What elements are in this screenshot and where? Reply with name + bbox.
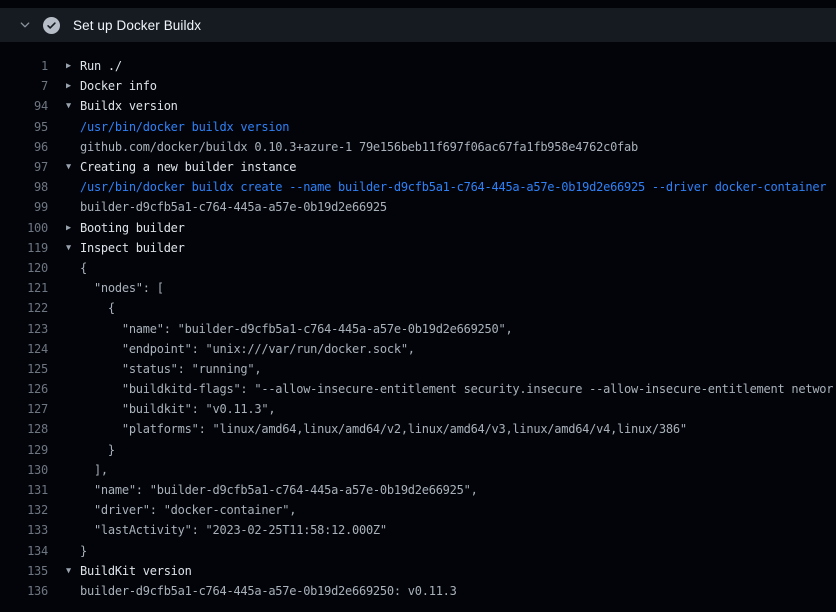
log-line: 120 { xyxy=(0,258,836,278)
log-line[interactable]: 97 ▼Creating a new builder instance xyxy=(0,157,836,177)
line-number[interactable]: 126 xyxy=(0,382,48,396)
log-line: 95/usr/bin/docker buildx version xyxy=(0,117,836,137)
log-line: 134} xyxy=(0,541,836,561)
group-title[interactable]: Creating a new builder instance xyxy=(80,160,296,174)
log-text: } xyxy=(80,544,87,558)
log-line: 99 builder-d9cfb5a1-c764-445a-a57e-0b19d2… xyxy=(0,197,836,217)
line-number[interactable]: 119 xyxy=(0,241,48,255)
line-number[interactable]: 122 xyxy=(0,301,48,315)
line-number[interactable]: 135 xyxy=(0,564,48,578)
log-line[interactable]: 135 ▼BuildKit version xyxy=(0,561,836,581)
log-text: builder-d9cfb5a1-c764-445a-a57e-0b19d2e6… xyxy=(80,584,457,598)
line-number[interactable]: 95 xyxy=(0,120,48,134)
line-number[interactable]: 125 xyxy=(0,362,48,376)
line-number[interactable]: 120 xyxy=(0,261,48,275)
log-line: 136 builder-d9cfb5a1-c764-445a-a57e-0b19d… xyxy=(0,581,836,601)
line-number[interactable]: 1 xyxy=(0,59,48,73)
group-title[interactable]: Run ./ xyxy=(80,59,122,73)
log-text: "endpoint": "unix:///var/run/docker.sock… xyxy=(80,342,415,356)
log-line[interactable]: 100 ▶Booting builder xyxy=(0,218,836,238)
line-number[interactable]: 129 xyxy=(0,443,48,457)
group-title[interactable]: Buildx version xyxy=(80,99,178,113)
line-number[interactable]: 130 xyxy=(0,463,48,477)
log-text: "driver": "docker-container", xyxy=(80,503,296,517)
group-collapsed-icon[interactable]: ▶ xyxy=(66,76,80,96)
line-number[interactable]: 128 xyxy=(0,422,48,436)
log-line: 125 "status": "running", xyxy=(0,359,836,379)
line-number[interactable]: 123 xyxy=(0,322,48,336)
chevron-down-icon[interactable] xyxy=(18,18,32,32)
command-text: /usr/bin/docker buildx create --name bui… xyxy=(80,180,826,194)
line-number[interactable]: 100 xyxy=(0,221,48,235)
log-line: 123 "name": "builder-d9cfb5a1-c764-445a-… xyxy=(0,318,836,338)
log-line: 121 "nodes": [ xyxy=(0,278,836,298)
log-text: "nodes": [ xyxy=(80,281,164,295)
group-collapsed-icon[interactable]: ▶ xyxy=(66,56,80,76)
log-text: "name": "builder-d9cfb5a1-c764-445a-a57e… xyxy=(80,483,478,497)
group-title[interactable]: BuildKit version xyxy=(80,564,192,578)
log-text: "buildkitd-flags": "--allow-insecure-ent… xyxy=(80,382,833,396)
log-line[interactable]: 119 ▼Inspect builder xyxy=(0,238,836,258)
log-line: 96 github.com/docker/buildx 0.10.3+azure-… xyxy=(0,137,836,157)
check-circle-icon xyxy=(43,17,60,34)
log-text: "name": "builder-d9cfb5a1-c764-445a-a57e… xyxy=(80,322,512,336)
line-number[interactable]: 97 xyxy=(0,160,48,174)
log-line: 124 "endpoint": "unix:///var/run/docker.… xyxy=(0,339,836,359)
line-number[interactable]: 127 xyxy=(0,402,48,416)
line-number[interactable]: 96 xyxy=(0,140,48,154)
log-text: github.com/docker/buildx 0.10.3+azure-1 … xyxy=(80,140,638,154)
group-title[interactable]: Inspect builder xyxy=(80,241,185,255)
log-text: } xyxy=(80,443,115,457)
group-collapsed-icon[interactable]: ▶ xyxy=(66,218,80,238)
group-expanded-icon[interactable]: ▼ xyxy=(66,157,80,177)
group-expanded-icon[interactable]: ▼ xyxy=(66,238,80,258)
log-line: 131 "name": "builder-d9cfb5a1-c764-445a-… xyxy=(0,480,836,500)
line-number[interactable]: 99 xyxy=(0,200,48,214)
step-header[interactable]: Set up Docker Buildx xyxy=(0,8,836,42)
log-line: 130 ], xyxy=(0,460,836,480)
step-title: Set up Docker Buildx xyxy=(73,18,201,33)
line-number[interactable]: 7 xyxy=(0,79,48,93)
log-text: { xyxy=(80,261,87,275)
log-line: 122 { xyxy=(0,298,836,318)
log-text: "buildkit": "v0.11.3", xyxy=(80,402,275,416)
log-line: 127 "buildkit": "v0.11.3", xyxy=(0,399,836,419)
log-line[interactable]: 7 ▶Docker info xyxy=(0,76,836,96)
line-number[interactable]: 121 xyxy=(0,281,48,295)
group-expanded-icon[interactable]: ▼ xyxy=(66,561,80,581)
line-number[interactable]: 134 xyxy=(0,544,48,558)
log-lines: 1▶Run ./7▶Docker info94▼Buildx version95… xyxy=(0,56,836,601)
log-text: builder-d9cfb5a1-c764-445a-a57e-0b19d2e6… xyxy=(80,200,387,214)
line-number[interactable]: 136 xyxy=(0,584,48,598)
group-expanded-icon[interactable]: ▼ xyxy=(66,96,80,116)
line-number[interactable]: 133 xyxy=(0,523,48,537)
log-area: 1▶Run ./7▶Docker info94▼Buildx version95… xyxy=(0,42,836,601)
line-number[interactable]: 98 xyxy=(0,180,48,194)
log-line: 128 "platforms": "linux/amd64,linux/amd6… xyxy=(0,419,836,439)
log-text: { xyxy=(80,301,115,315)
line-number[interactable]: 131 xyxy=(0,483,48,497)
log-text: "platforms": "linux/amd64,linux/amd64/v2… xyxy=(80,422,687,436)
log-line: 133 "lastActivity": "2023-02-25T11:58:12… xyxy=(0,520,836,540)
group-title[interactable]: Booting builder xyxy=(80,221,185,235)
line-number[interactable]: 124 xyxy=(0,342,48,356)
log-line: 126 "buildkitd-flags": "--allow-insecure… xyxy=(0,379,836,399)
line-number[interactable]: 94 xyxy=(0,99,48,113)
log-text: "lastActivity": "2023-02-25T11:58:12.000… xyxy=(80,523,387,537)
log-line[interactable]: 94 ▼Buildx version xyxy=(0,96,836,116)
log-text: "status": "running", xyxy=(80,362,261,376)
log-line: 129 } xyxy=(0,440,836,460)
log-text: ], xyxy=(80,463,108,477)
command-text: /usr/bin/docker buildx version xyxy=(80,120,289,134)
log-line: 132 "driver": "docker-container", xyxy=(0,500,836,520)
line-number[interactable]: 132 xyxy=(0,503,48,517)
group-title[interactable]: Docker info xyxy=(80,79,157,93)
log-line: 98/usr/bin/docker buildx create --name b… xyxy=(0,177,836,197)
log-line[interactable]: 1 ▶Run ./ xyxy=(0,56,836,76)
